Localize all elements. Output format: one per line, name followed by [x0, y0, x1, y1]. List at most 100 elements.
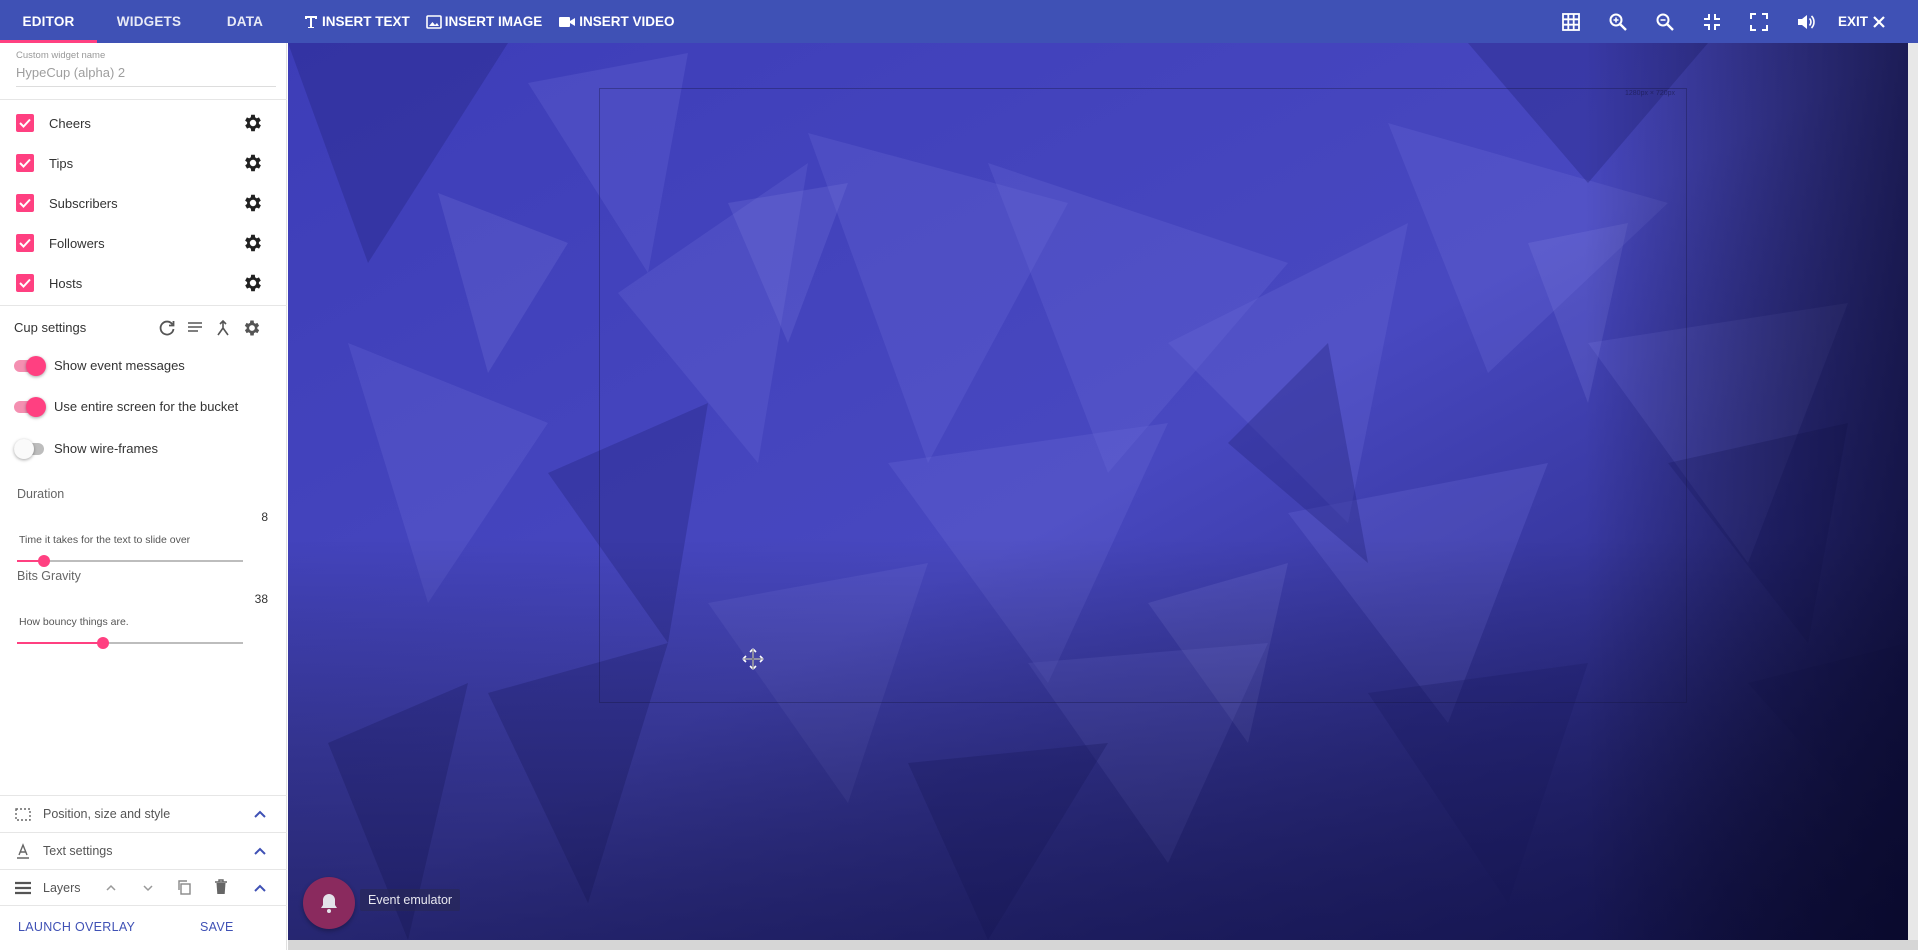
volume-icon [1798, 14, 1816, 29]
followers-checkbox[interactable] [16, 234, 34, 252]
cup-settings-header: Cup settings [0, 306, 287, 350]
duration-slider[interactable] [17, 555, 243, 567]
divider [0, 99, 287, 100]
show-event-messages-toggle[interactable] [14, 356, 46, 376]
section-text-label: Text settings [43, 844, 113, 858]
merge-icon[interactable] [213, 318, 233, 338]
show-event-messages-label: Show event messages [54, 358, 185, 373]
entire-screen-bucket-label: Use entire screen for the bucket [54, 399, 239, 414]
insert-image-label: INSERT IMAGE [444, 14, 543, 29]
move-down-icon[interactable] [141, 881, 155, 895]
text-icon [305, 15, 317, 28]
gear-icon[interactable] [242, 192, 264, 214]
section-layers-label: Layers [43, 881, 81, 895]
widget-name-field[interactable]: Custom widget name HypeCup (alpha) 2 [16, 50, 276, 87]
gear-icon[interactable] [242, 152, 264, 174]
overlay-canvas[interactable]: 1280px × 720px [288, 43, 1908, 940]
hosts-label: Hosts [49, 275, 83, 291]
top-toolbar: EDITOR WIDGETS DATA INSERT TEXT INSERT I… [0, 0, 1918, 43]
chevron-up-icon[interactable] [252, 843, 268, 859]
horizontal-scrollbar[interactable] [288, 940, 1918, 950]
event-row-tips: Tips [0, 143, 287, 183]
tab-editor[interactable]: EDITOR [0, 0, 97, 43]
duration-value: 8 [261, 510, 268, 524]
widget-name-input[interactable]: HypeCup (alpha) 2 [16, 65, 276, 87]
event-row-hosts: Hosts [0, 263, 287, 303]
subscribers-label: Subscribers [49, 195, 118, 211]
event-row-cheers: Cheers [0, 103, 287, 143]
vertical-scrollbar[interactable] [1908, 43, 1918, 940]
check-icon [19, 278, 31, 288]
polygon-background [288, 43, 1908, 940]
tips-label: Tips [49, 155, 74, 171]
close-icon [1873, 15, 1885, 28]
fullscreen-button[interactable] [1736, 0, 1783, 43]
text-align-icon[interactable] [185, 318, 205, 338]
toggle-row-wire-frames: Show wire-frames [0, 431, 287, 467]
selection-icon [15, 808, 31, 821]
view-tools: EXIT [1548, 0, 1918, 43]
section-position-size-style[interactable]: Position, size and style [0, 795, 287, 831]
gravity-help: How bouncy things are. [19, 616, 129, 628]
volume-button[interactable] [1783, 0, 1830, 43]
widget-name-label: Custom widget name [16, 50, 106, 61]
gear-icon[interactable] [242, 112, 264, 134]
zoom-in-icon [1609, 13, 1628, 31]
gear-icon[interactable] [242, 232, 264, 254]
bell-icon [321, 894, 337, 913]
toggle-row-entire-screen: Use entire screen for the bucket [0, 389, 287, 425]
gravity-slider[interactable] [17, 637, 243, 649]
duration-slider-thumb[interactable] [38, 555, 50, 567]
fit-screen-icon [1704, 13, 1721, 30]
insert-text-label: INSERT TEXT [322, 14, 410, 29]
show-wire-frames-toggle[interactable] [14, 439, 46, 459]
check-icon [19, 198, 31, 208]
fit-screen-button[interactable] [1689, 0, 1736, 43]
check-icon [19, 118, 31, 128]
exit-label: EXIT [1837, 14, 1868, 29]
chevron-up-icon[interactable] [252, 806, 268, 822]
launch-overlay-button[interactable]: LAUNCH OVERLAY [18, 920, 135, 934]
event-emulator-button[interactable] [303, 877, 355, 929]
cheers-checkbox[interactable] [16, 114, 34, 132]
entire-screen-bucket-toggle[interactable] [14, 397, 46, 417]
refresh-icon[interactable] [157, 318, 177, 338]
tab-data[interactable]: DATA [201, 0, 289, 43]
layers-icon [15, 881, 31, 895]
show-wire-frames-label: Show wire-frames [54, 441, 159, 456]
check-icon [19, 238, 31, 248]
insert-text-button[interactable]: INSERT TEXT [303, 0, 410, 43]
section-layers[interactable]: Layers [0, 869, 287, 905]
event-row-followers: Followers [0, 223, 287, 263]
text-format-icon [17, 843, 29, 859]
exit-button[interactable]: EXIT [1838, 14, 1886, 29]
tips-checkbox[interactable] [16, 154, 34, 172]
copy-icon[interactable] [176, 879, 192, 895]
editor-sidebar: Custom widget name HypeCup (alpha) 2 Che… [0, 43, 287, 950]
followers-label: Followers [49, 235, 105, 251]
gear-icon[interactable] [242, 318, 262, 338]
insert-image-button[interactable]: INSERT IMAGE [425, 0, 543, 43]
sidebar-actions: LAUNCH OVERLAY SAVE [0, 905, 287, 950]
duration-label: Duration [17, 487, 65, 501]
move-up-icon[interactable] [104, 881, 118, 895]
duration-help: Time it takes for the text to slide over [19, 534, 191, 546]
grid-button[interactable] [1548, 0, 1595, 43]
save-button[interactable]: SAVE [200, 920, 234, 934]
section-text-settings[interactable]: Text settings [0, 832, 287, 868]
hosts-checkbox[interactable] [16, 274, 34, 292]
toggle-row-event-messages: Show event messages [0, 348, 287, 384]
insert-video-label: INSERT VIDEO [579, 14, 675, 29]
subscribers-checkbox[interactable] [16, 194, 34, 212]
tab-widgets[interactable]: WIDGETS [97, 0, 201, 43]
gravity-value: 38 [254, 592, 268, 606]
zoom-out-button[interactable] [1642, 0, 1689, 43]
grid-icon [1562, 12, 1581, 31]
chevron-up-icon[interactable] [252, 880, 268, 896]
insert-video-button[interactable]: INSERT VIDEO [558, 0, 675, 43]
zoom-in-button[interactable] [1595, 0, 1642, 43]
delete-icon[interactable] [213, 878, 229, 895]
gear-icon[interactable] [242, 272, 264, 294]
image-icon [425, 14, 442, 29]
gravity-slider-thumb[interactable] [97, 637, 109, 649]
